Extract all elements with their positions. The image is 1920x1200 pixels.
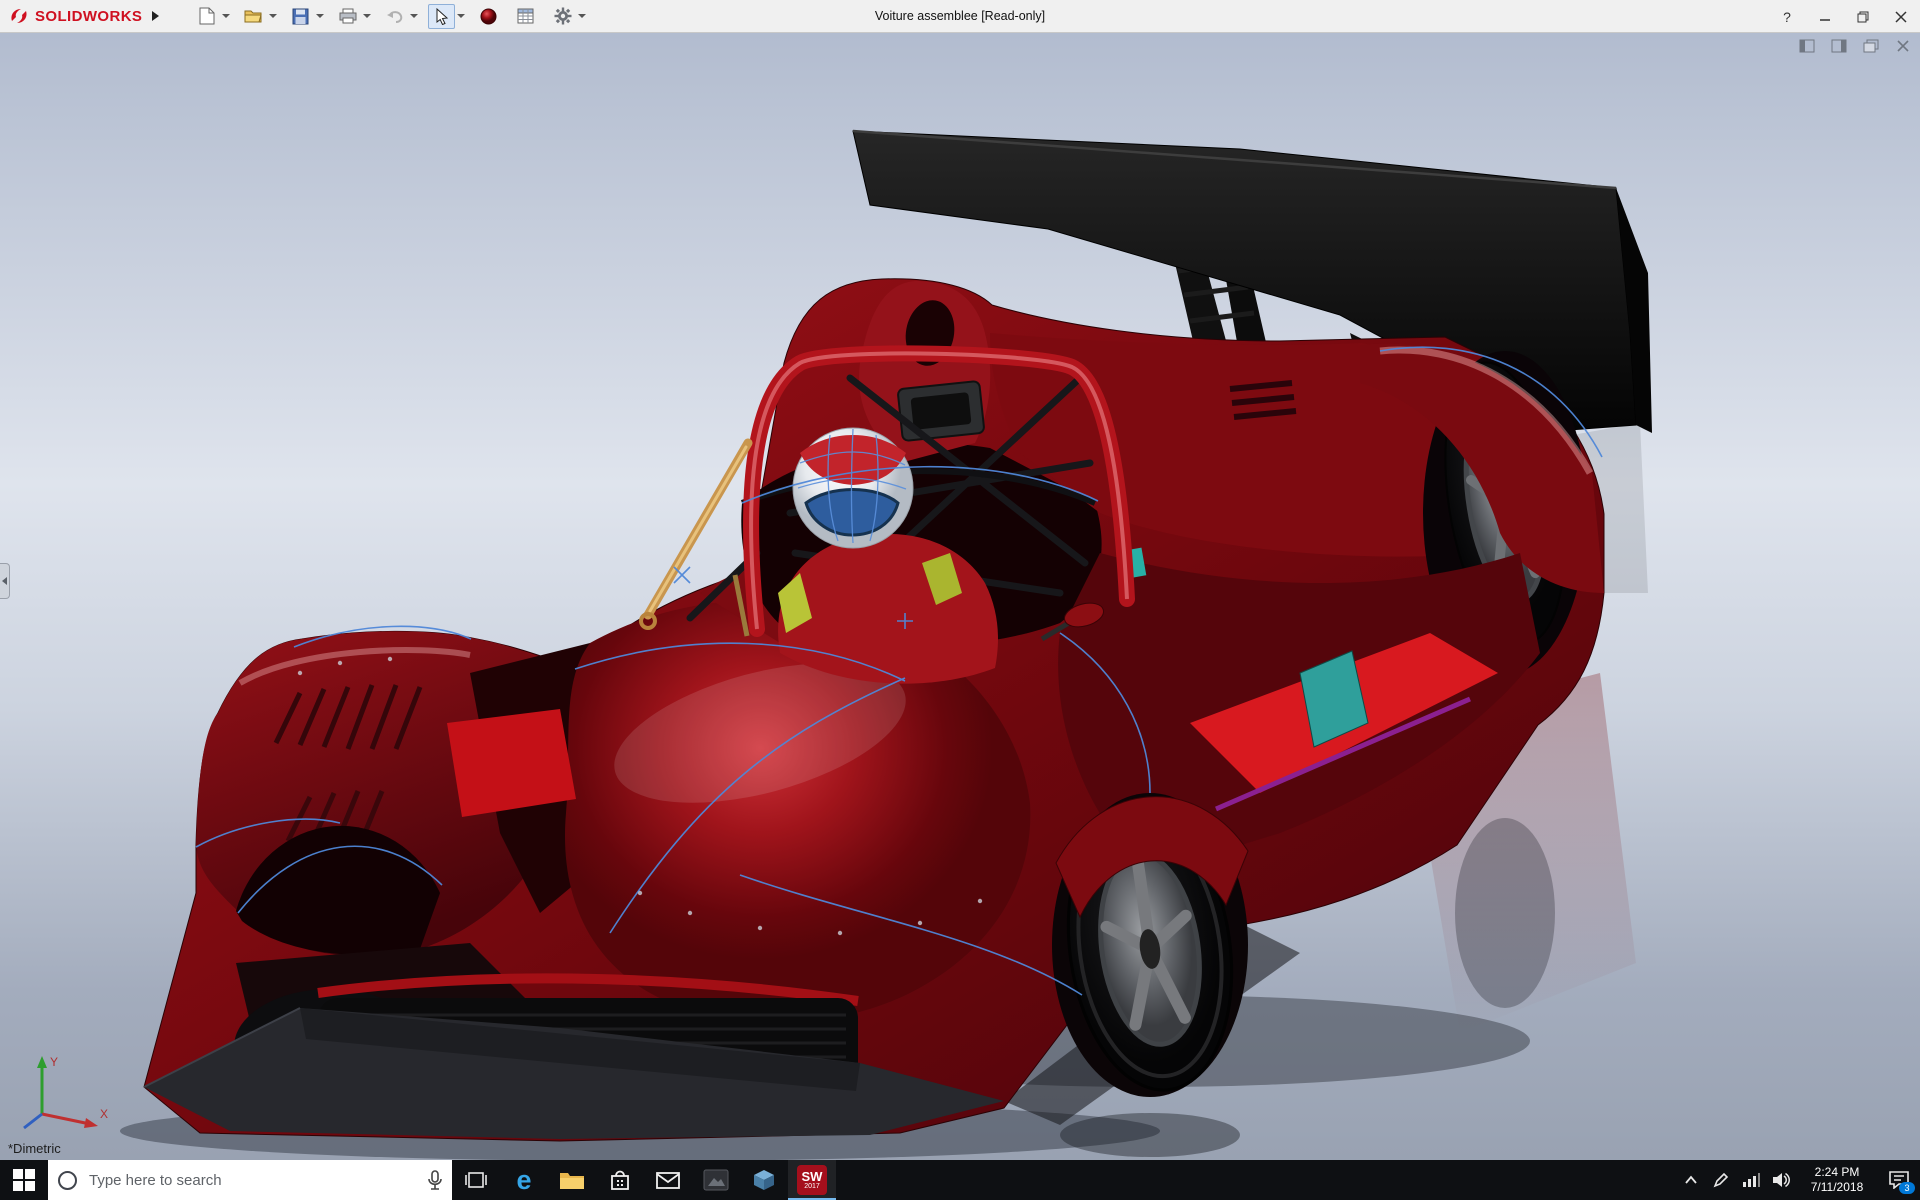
options-button[interactable] (549, 4, 576, 29)
ds-logo-icon (11, 9, 27, 23)
windows-ink-button[interactable] (1706, 1160, 1736, 1200)
brand-name: SOLIDWORKS (35, 7, 143, 25)
triad-y-label: Y (50, 1055, 58, 1069)
open-folder-icon (244, 10, 263, 23)
dark-window-app-icon (703, 1169, 729, 1191)
help-button[interactable]: ? (1768, 0, 1806, 33)
action-center-button[interactable]: 3 (1878, 1160, 1920, 1200)
design-table-icon (517, 8, 534, 24)
microphone-icon[interactable] (428, 1170, 442, 1190)
select-caret-icon[interactable] (457, 14, 466, 18)
chevron-up-icon (1685, 1175, 1697, 1184)
cube-3d-app-icon (754, 1170, 774, 1190)
windows-taskbar: e SW 2017 (0, 1160, 1920, 1200)
taskbar-search[interactable] (48, 1160, 452, 1200)
solidworks-app-icon: SW 2017 (797, 1165, 827, 1195)
file-explorer-button[interactable] (548, 1160, 596, 1200)
system-tray: 2:24 PM 7/11/2018 3 (1676, 1160, 1920, 1200)
cortana-icon (58, 1170, 77, 1190)
restore-icon (1857, 11, 1869, 22)
new-document-caret-icon[interactable] (222, 14, 231, 18)
menu-expand-arrow-icon[interactable] (152, 11, 160, 21)
edge-browser-button[interactable]: e (500, 1160, 548, 1200)
appearance-button[interactable] (475, 4, 502, 29)
volume-button[interactable] (1766, 1160, 1796, 1200)
orientation-triad: Y X (23, 1055, 108, 1130)
print-button[interactable] (334, 4, 361, 29)
file-explorer-icon (560, 1173, 584, 1189)
app-titlebar: SOLIDWORKS Voiture assemblee [Read-only]… (0, 0, 1920, 33)
dock-left-button[interactable] (1796, 37, 1818, 55)
network-icon (1743, 1173, 1760, 1187)
speaker-icon (1773, 1172, 1790, 1188)
start-button[interactable] (0, 1160, 48, 1200)
close-icon (1895, 10, 1907, 23)
pen-icon (1713, 1172, 1729, 1188)
new-document-icon (199, 7, 215, 25)
network-button[interactable] (1736, 1160, 1766, 1200)
print-caret-icon[interactable] (363, 14, 372, 18)
options-gear-icon (554, 7, 572, 25)
task-view-icon (465, 1172, 487, 1188)
save-caret-icon[interactable] (316, 14, 325, 18)
viewport-window-controls (1796, 37, 1914, 55)
store-button[interactable] (596, 1160, 644, 1200)
clock-date: 7/11/2018 (1810, 1180, 1864, 1194)
appearance-sphere-icon (480, 8, 497, 24)
dark-app-button[interactable] (692, 1160, 740, 1200)
undo-button[interactable] (381, 4, 408, 29)
clock-time: 2:24 PM (1814, 1165, 1860, 1179)
3d-scene[interactable] (0, 33, 1920, 1160)
task-view-button[interactable] (452, 1160, 500, 1200)
windows-logo-icon (13, 1169, 35, 1191)
save-floppy-icon (292, 8, 309, 24)
minimize-button[interactable] (1806, 0, 1844, 33)
solidworks-app-button[interactable]: SW 2017 (788, 1160, 836, 1200)
restore-pane-button[interactable] (1860, 37, 1882, 55)
panel-collapse-handle[interactable] (0, 563, 10, 599)
window-controls: ? (1768, 0, 1920, 33)
restore-button[interactable] (1844, 0, 1882, 33)
document-title: Voiture assemblee [Read-only] (874, 9, 1046, 23)
select-tool-button[interactable] (428, 3, 456, 29)
undo-caret-icon[interactable] (410, 14, 419, 18)
tray-expand-button[interactable] (1676, 1160, 1706, 1200)
options-caret-icon[interactable] (578, 14, 587, 18)
quick-toolbar (193, 3, 592, 29)
mail-envelope-icon (656, 1172, 680, 1189)
graphics-viewport[interactable]: Y X *Dimetric (0, 33, 1920, 1160)
open-caret-icon[interactable] (269, 14, 278, 18)
open-button[interactable] (240, 4, 267, 29)
notification-count-badge: 3 (1899, 1182, 1915, 1194)
minimize-icon (1820, 18, 1830, 21)
mail-button[interactable] (644, 1160, 692, 1200)
close-pane-button[interactable] (1892, 37, 1914, 55)
dock-right-button[interactable] (1828, 37, 1850, 55)
design-table-button[interactable] (512, 4, 539, 29)
edge-icon: e (516, 1164, 532, 1195)
solidworks-logo: SOLIDWORKS (0, 5, 142, 27)
print-icon (339, 8, 357, 24)
close-button[interactable] (1882, 0, 1920, 33)
store-bag-icon (611, 1170, 629, 1190)
triad-x-label: X (100, 1107, 108, 1121)
search-input[interactable] (87, 1170, 418, 1190)
cube-app-button[interactable] (740, 1160, 788, 1200)
taskbar-clock[interactable]: 2:24 PM 7/11/2018 (1796, 1165, 1878, 1195)
select-cursor-icon (436, 7, 449, 25)
undo-arrow-icon (386, 11, 403, 23)
new-document-button[interactable] (193, 4, 220, 29)
view-orientation-label: *Dimetric (8, 1141, 61, 1156)
save-button[interactable] (287, 4, 314, 29)
